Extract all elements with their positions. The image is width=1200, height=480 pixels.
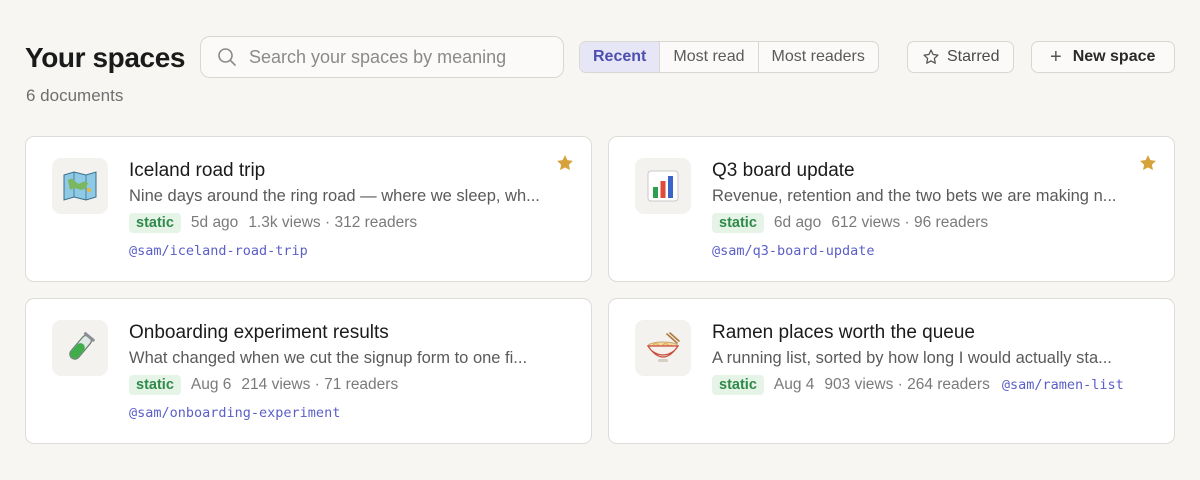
card-meta: static Aug 4 903 views · 264 readers @sa… [712,375,1124,395]
new-space-button[interactable]: + New space [1031,41,1175,73]
status-badge: static [712,213,764,233]
star-outline-icon [923,49,939,64]
card-title[interactable]: Iceland road trip [129,160,265,182]
card-slug-link[interactable]: @sam/onboarding-experiment [129,405,340,421]
bar-chart-icon [647,170,679,202]
page-title: Your spaces [25,42,186,73]
document-count: 6 documents [26,86,124,105]
card-title[interactable]: Q3 board update [712,160,855,182]
search-icon [218,48,236,66]
search-box[interactable] [200,36,564,78]
status-badge: static [129,375,181,395]
card-meta: static 6d ago 612 views · 96 readers [712,213,988,233]
card-age: Aug 6 [190,376,232,393]
star-filled-icon[interactable] [1138,153,1158,173]
card-description: Revenue, retention and the two bets we a… [712,187,1117,205]
space-card[interactable]: Q3 board update Revenue, retention and t… [608,136,1175,282]
space-card[interactable]: Onboarding experiment results What chang… [25,298,592,444]
card-slug-link[interactable]: @sam/ramen-list [1002,377,1124,393]
status-badge: static [712,375,764,395]
card-stats: 903 views · 264 readers [824,376,990,393]
starred-label: Starred [947,48,1000,65]
card-slug-link[interactable]: @sam/q3-board-update [712,243,875,259]
plus-icon: + [1050,46,1062,68]
sort-tabs: Recent Most read Most readers [579,41,879,73]
tab-most-read[interactable]: Most read [660,42,759,72]
card-age: 5d ago [190,214,239,231]
space-card[interactable]: Iceland road trip Nine days around the r… [25,136,592,282]
card-description: A running list, sorted by how long I wou… [712,349,1112,367]
star-filled-icon[interactable] [555,153,575,173]
card-thumbnail [635,320,691,376]
search-input[interactable] [249,46,529,68]
card-meta: static 5d ago 1.3k views · 312 readers [129,213,417,233]
map-icon [63,171,97,201]
status-badge: static [129,213,181,233]
tab-recent[interactable]: Recent [580,42,661,72]
new-space-label: New space [1072,48,1156,65]
card-thumbnail [635,158,691,214]
card-title[interactable]: Onboarding experiment results [129,322,389,344]
card-thumbnail [52,158,108,214]
tab-most-readers[interactable]: Most readers [759,42,878,72]
card-stats: 1.3k views · 312 readers [248,214,418,231]
ramen-bowl-icon [646,332,680,362]
test-tube-icon [69,331,95,360]
card-age: Aug 4 [773,376,815,393]
space-card[interactable]: Ramen places worth the queue A running l… [608,298,1175,444]
card-stats: 214 views · 71 readers [241,376,399,393]
card-age: 6d ago [773,214,822,231]
card-meta: static Aug 6 214 views · 71 readers [129,375,398,395]
card-description: Nine days around the ring road — where w… [129,187,540,205]
card-title[interactable]: Ramen places worth the queue [712,322,975,344]
card-stats: 612 views · 96 readers [831,214,989,231]
card-description: What changed when we cut the signup form… [129,349,528,367]
card-thumbnail [52,320,108,376]
starred-filter-button[interactable]: Starred [907,41,1015,73]
card-slug-link[interactable]: @sam/iceland-road-trip [129,243,308,259]
